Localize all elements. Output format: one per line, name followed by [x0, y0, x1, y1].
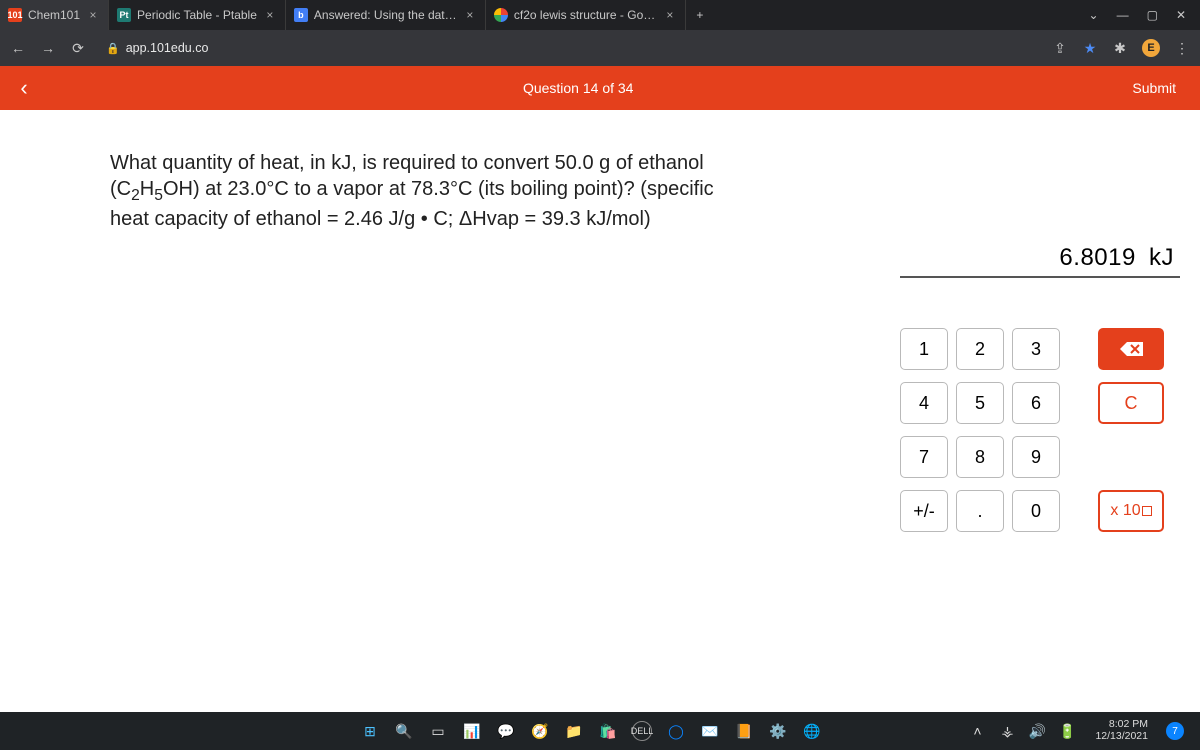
share-icon[interactable]: ⇪ [1052, 40, 1068, 57]
question-area: What quantity of heat, in kJ, is require… [0, 110, 900, 712]
key-5[interactable]: 5 [956, 382, 1004, 424]
system-tray: ˄ ⚶ 🔊 🔋 8:02 PM 12/13/2021 7 [957, 719, 1200, 742]
key-plus-minus[interactable]: +/- [900, 490, 948, 532]
key-dot[interactable]: . [956, 490, 1004, 532]
answer-panel: 6.8019 kJ 1 2 3 4 5 6 [900, 110, 1200, 712]
chevron-down-icon[interactable]: ⌄ [1089, 8, 1099, 22]
key-3[interactable]: 3 [1012, 328, 1060, 370]
tab-close-icon[interactable]: × [663, 8, 677, 22]
app-icon[interactable]: 📊 [462, 721, 482, 741]
browser-tab[interactable]: cf2o lewis structure - Google Sea × [486, 0, 686, 30]
tab-title: Answered: Using the data in the [314, 8, 457, 22]
tab-title: Chem101 [28, 8, 80, 22]
browser-tab[interactable]: Pt Periodic Table - Ptable × [109, 0, 286, 30]
taskview-icon[interactable]: ▭ [428, 721, 448, 741]
tab-favicon [494, 8, 508, 22]
key-7[interactable]: 7 [900, 436, 948, 478]
answer-value: 6.8019 [1059, 244, 1135, 271]
browser-tab[interactable]: 101 Chem101 × [0, 0, 109, 30]
taskbar-clock[interactable]: 8:02 PM 12/13/2021 [1087, 719, 1156, 742]
url-text: app.101edu.co [126, 41, 209, 55]
extension-badge[interactable]: E [1142, 39, 1160, 57]
maximize-icon[interactable]: ▢ [1147, 8, 1158, 22]
browser-toolbar: ← → ⟳ 🔒 app.101edu.co ⇪ ★ ✱ E ⋮ [0, 30, 1200, 66]
key-6[interactable]: 6 [1012, 382, 1060, 424]
tab-favicon: 101 [8, 8, 22, 22]
key-exponent-label: x 10 [1110, 502, 1140, 520]
browser-tab[interactable]: b Answered: Using the data in the × [286, 0, 486, 30]
app-icon[interactable]: 📙 [734, 721, 754, 741]
key-1[interactable]: 1 [900, 328, 948, 370]
answer-display: 6.8019 kJ [900, 134, 1180, 278]
tab-title: cf2o lewis structure - Google Sea [514, 8, 657, 22]
bookmark-star-icon[interactable]: ★ [1082, 40, 1098, 57]
key-clear[interactable]: C [1098, 382, 1164, 424]
extensions-icon[interactable]: ✱ [1112, 40, 1128, 57]
page: ‹ Question 14 of 34 Submit What quantity… [0, 66, 1200, 712]
question-text: What quantity of heat, in kJ, is require… [110, 150, 750, 232]
notification-badge[interactable]: 7 [1166, 722, 1184, 740]
chrome-icon[interactable]: 🌐 [802, 721, 822, 741]
mail-icon[interactable]: ✉️ [700, 721, 720, 741]
forward-icon[interactable]: → [40, 40, 56, 56]
key-2[interactable]: 2 [956, 328, 1004, 370]
new-tab-button[interactable]: + [686, 0, 714, 30]
chevron-up-icon[interactable]: ˄ [967, 721, 987, 741]
tab-close-icon[interactable]: × [463, 8, 477, 22]
lock-icon: 🔒 [106, 42, 120, 55]
key-9[interactable]: 9 [1012, 436, 1060, 478]
key-exponent[interactable]: x 10 [1098, 490, 1164, 532]
keypad: 1 2 3 4 5 6 C 7 8 [900, 328, 1184, 532]
tab-close-icon[interactable]: × [86, 8, 100, 22]
question-header: ‹ Question 14 of 34 Submit [0, 66, 1200, 110]
address-bar[interactable]: 🔒 app.101edu.co [100, 41, 208, 55]
backspace-icon [1118, 341, 1144, 357]
minimize-icon[interactable]: — [1117, 8, 1129, 22]
window-controls: ⌄ — ▢ ✕ [1075, 0, 1200, 30]
submit-button[interactable]: Submit [1108, 80, 1200, 96]
key-8[interactable]: 8 [956, 436, 1004, 478]
app-icon[interactable]: 🧭 [530, 721, 550, 741]
cortana-icon[interactable]: ◯ [666, 721, 686, 741]
taskbar-apps: ⊞ 🔍 ▭ 📊 💬 🧭 📁 🛍️ DELL ◯ ✉️ 📙 ⚙️ 🌐 [0, 721, 822, 741]
start-icon[interactable]: ⊞ [360, 721, 380, 741]
search-icon[interactable]: 🔍 [394, 721, 414, 741]
browser-tabstrip: 101 Chem101 × Pt Periodic Table - Ptable… [0, 0, 1200, 30]
tab-close-icon[interactable]: × [263, 8, 277, 22]
reload-icon[interactable]: ⟳ [70, 40, 86, 57]
key-0[interactable]: 0 [1012, 490, 1060, 532]
answer-unit: kJ [1149, 244, 1174, 271]
dell-icon[interactable]: DELL [632, 721, 652, 741]
exponent-box-icon [1142, 506, 1152, 516]
app-icon[interactable]: 💬 [496, 721, 516, 741]
store-icon[interactable]: 🛍️ [598, 721, 618, 741]
back-icon[interactable]: ← [10, 40, 26, 56]
clock-date: 12/13/2021 [1095, 731, 1148, 743]
tab-title: Periodic Table - Ptable [137, 8, 257, 22]
tab-favicon: Pt [117, 8, 131, 22]
file-explorer-icon[interactable]: 📁 [564, 721, 584, 741]
question-back-button[interactable]: ‹ [0, 75, 48, 101]
tab-favicon: b [294, 8, 308, 22]
key-4[interactable]: 4 [900, 382, 948, 424]
taskbar: ⊞ 🔍 ▭ 📊 💬 🧭 📁 🛍️ DELL ◯ ✉️ 📙 ⚙️ 🌐 ˄ ⚶ 🔊 … [0, 712, 1200, 750]
settings-icon[interactable]: ⚙️ [768, 721, 788, 741]
menu-dots-icon[interactable]: ⋮ [1174, 40, 1190, 57]
wifi-icon[interactable]: ⚶ [997, 721, 1017, 741]
close-icon[interactable]: ✕ [1176, 8, 1186, 22]
volume-icon[interactable]: 🔊 [1027, 721, 1047, 741]
battery-icon[interactable]: 🔋 [1057, 721, 1077, 741]
question-progress: Question 14 of 34 [48, 80, 1108, 96]
key-backspace[interactable] [1098, 328, 1164, 370]
